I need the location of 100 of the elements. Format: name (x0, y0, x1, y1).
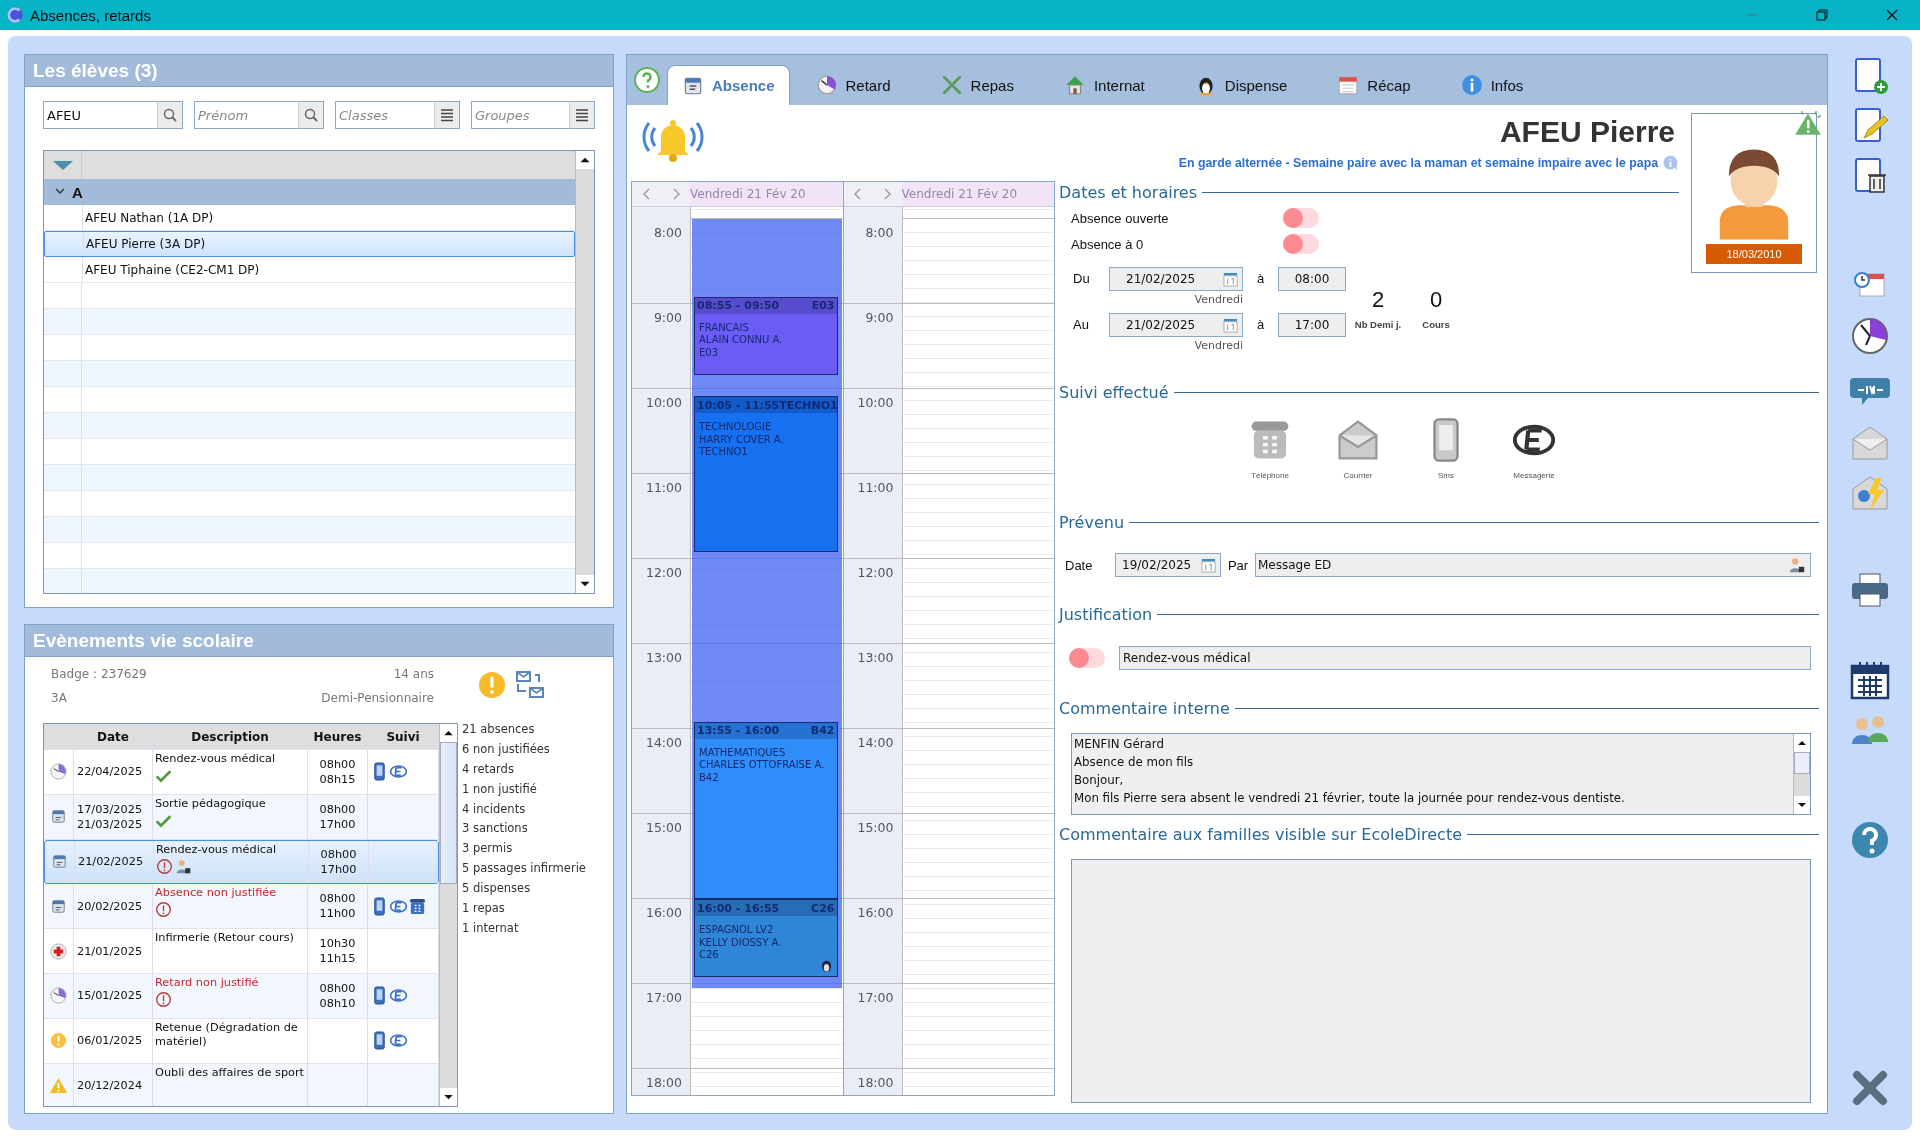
date-field[interactable]: 19/02/2025 (1115, 553, 1221, 577)
channel-button[interactable]: Sms (1415, 407, 1477, 480)
badge-number: Badge : 237629 (51, 667, 147, 681)
restore-icon[interactable] (1814, 7, 1830, 23)
stat-line: 3 permis (462, 841, 514, 856)
event-row[interactable]: 22/04/2025 Rendez-vous médical 08h00 08h15 (44, 750, 439, 795)
event-description: Rendez-vous médical (156, 842, 278, 857)
help-icon[interactable] (1850, 820, 1890, 860)
course-block[interactable]: 13:55 - 16:00 B42 MATHEMATIQUES CHARLES OTTOFRAISE A. B42 (694, 721, 838, 899)
panel-title: Les élèves (3) (25, 55, 613, 87)
hour-label: 18:00 (645, 1075, 682, 1091)
course-time: 08:55 - 09:50 (697, 299, 780, 313)
course-block[interactable]: 16:00 - 16:55 C26 ESPAGNOL LV2 KELLY DIOSSY A. C26 (694, 899, 838, 977)
channel-button[interactable]: Courrier (1327, 407, 1389, 480)
channel-button[interactable]: Téléphone (1239, 407, 1301, 480)
time-field[interactable]: 08:00 (1278, 267, 1346, 291)
event-date: 21/03/2025 (77, 817, 144, 831)
scroll-down-icon[interactable] (1794, 796, 1810, 814)
toggle-switch[interactable] (1069, 648, 1105, 668)
close-icon[interactable] (1850, 1068, 1890, 1108)
list-button[interactable] (569, 101, 595, 129)
student-row[interactable]: AFEU Pierre (3A DP) (44, 231, 575, 257)
toggle-switch[interactable] (1283, 208, 1319, 228)
toggle-switch[interactable] (1283, 234, 1319, 254)
event-row[interactable]: 15/01/2025 Retard non justifié 08h00 08h10 (44, 974, 439, 1019)
student-class: 3A (51, 691, 67, 705)
section-title: Commentaire aux familles visible sur EcoleDirecte (1059, 824, 1463, 844)
person-icon[interactable] (1788, 556, 1806, 574)
search-field[interactable]: AFEU (43, 101, 157, 129)
app-logo-icon (6, 6, 24, 24)
event-date: 22/04/2025 (77, 765, 144, 779)
exclamation-icon (49, 1031, 68, 1051)
warning-icon[interactable] (1792, 108, 1824, 138)
text-field[interactable]: Message ED (1255, 553, 1811, 577)
scrollbar[interactable] (575, 151, 594, 593)
clock-icon[interactable] (1850, 316, 1890, 356)
scroll-down-icon[interactable] (440, 1088, 457, 1106)
help-icon[interactable] (633, 66, 661, 94)
list-button[interactable] (434, 101, 460, 129)
tab[interactable]: Retard (801, 65, 905, 105)
field-label: Par (1226, 557, 1250, 573)
tab[interactable]: Infos (1446, 65, 1538, 105)
hour-label: 13:00 (645, 650, 682, 666)
clock-icon (49, 762, 68, 782)
hour-label: 14:00 (857, 735, 894, 751)
sort-triangle-icon[interactable] (51, 159, 74, 171)
event-row[interactable]: 20/02/2025 Absence non justifiée 08h00 11h00 (44, 884, 439, 930)
column-header[interactable]: Description (153, 724, 308, 749)
event-row[interactable]: 06/01/2025 Retenue (Dégradation de matériel) (44, 1018, 439, 1064)
hour-label: 8:00 (865, 225, 894, 241)
text-field[interactable]: Rendez-vous médical (1119, 646, 1811, 670)
group-row[interactable]: A (44, 179, 575, 205)
event-row[interactable]: 21/02/2025 Rendez-vous médical 08h00 17h00 (44, 839, 439, 885)
event-hour: 08h00 (319, 892, 356, 906)
search-field[interactable]: Prénom (194, 101, 298, 129)
fork-knife-icon (940, 74, 963, 96)
stat-line: 4 incidents (462, 801, 527, 816)
column-header[interactable]: Date (74, 724, 153, 749)
event-hour: 17h00 (320, 863, 357, 876)
scrollbar[interactable] (1793, 734, 1810, 814)
tab[interactable]: Repas (926, 65, 1028, 105)
scroll-down-icon[interactable] (576, 575, 594, 593)
tab[interactable]: Internat (1049, 65, 1159, 105)
hour-label: 18:00 (857, 1075, 894, 1091)
birthdate-label: 18/03/2010 (1706, 244, 1802, 264)
dropdown-field[interactable]: Groupes (471, 101, 569, 129)
course-room: B42 (810, 724, 835, 738)
search-button[interactable] (298, 101, 324, 129)
tab[interactable]: Dispense (1180, 65, 1302, 105)
event-date: 20/02/2025 (77, 899, 144, 913)
tab[interactable]: Récap (1323, 65, 1425, 105)
date-field[interactable]: 21/02/2025 (1109, 313, 1243, 337)
search-button[interactable] (157, 101, 183, 129)
column-header[interactable]: Heures (308, 724, 368, 749)
scroll-up-icon[interactable] (1794, 734, 1810, 752)
event-row[interactable]: 21/01/2025 Infirmerie (Retour cours) 10h30 11h15 (44, 929, 439, 974)
day-title: Vendredi 21 Fév 20 (690, 182, 843, 206)
close-icon[interactable] (1884, 7, 1900, 23)
event-row[interactable]: 20/12/2024 Oubli des affaires de sport (44, 1063, 439, 1106)
event-row[interactable]: 17/03/2025 21/03/2025 Sortie pédagogique 08h00 17h00 (44, 794, 439, 840)
scroll-up-icon[interactable] (440, 724, 457, 742)
printer-icon[interactable] (1850, 570, 1890, 610)
student-name: AFEU Pierre (1498, 115, 1676, 150)
event-description: Oubli des affaires de sport (155, 1065, 305, 1080)
dropdown-field[interactable]: Classes (335, 101, 434, 129)
course-detail: HARRY COVER A. (699, 433, 785, 447)
panel-title: Evènements vie scolaire (25, 625, 613, 657)
calendar-icon[interactable] (1850, 660, 1890, 700)
mail-exchange-icon[interactable] (515, 670, 545, 700)
course-detail: B42 (699, 771, 720, 785)
warning-icon (49, 1075, 68, 1095)
date-field[interactable]: 21/02/2025 (1109, 267, 1243, 291)
time-field[interactable]: 17:00 (1278, 313, 1346, 337)
tab[interactable]: Absence (667, 65, 790, 105)
scrollbar[interactable] (439, 724, 457, 1106)
weekday-label: Vendredi (1194, 293, 1243, 306)
channel-button[interactable]: Messagerie (1503, 407, 1565, 480)
comment-area[interactable]: MENFIN Gérard Absence de mon fils Bonjour, Mon fils Pierre sera absent le vendredi 21 février, toute la journée pour rendez-vous dentiste. (1071, 733, 1811, 815)
absence-block[interactable] (692, 219, 842, 988)
scroll-up-icon[interactable] (576, 151, 594, 169)
